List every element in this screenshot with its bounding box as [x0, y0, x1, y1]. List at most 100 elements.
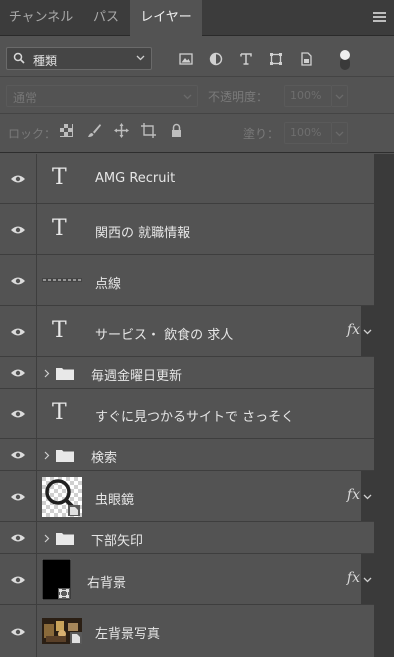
chevron-down-icon	[183, 94, 192, 100]
folder-icon	[56, 533, 74, 545]
text-layer-icon: T	[52, 400, 67, 425]
layer-row[interactable]: T 関西の 就職情報	[0, 204, 374, 255]
fill-label: 塗り：	[243, 127, 280, 141]
lock-artboard-icon[interactable]	[141, 123, 156, 138]
layer-row[interactable]: 右背景 fx	[0, 554, 374, 605]
chevron-down-icon	[363, 494, 372, 500]
layer-name[interactable]: 点線	[95, 273, 121, 292]
layer-name[interactable]: 関西の 就職情報	[95, 222, 190, 241]
layer-row[interactable]: T すぐに見つかるサイトで さっそく	[0, 389, 374, 439]
eye-icon[interactable]	[10, 627, 26, 637]
eye-icon[interactable]	[10, 492, 26, 502]
panel-tab-bar: チャンネル パス レイヤー	[0, 0, 394, 37]
effects-expand-toggle[interactable]	[361, 306, 374, 356]
pixel-layer-filter-icon[interactable]	[178, 51, 194, 67]
chevron-down-icon	[363, 329, 372, 335]
lock-all-icon[interactable]	[169, 123, 184, 138]
group-name[interactable]: 検索	[91, 447, 117, 466]
chevron-down-icon	[335, 94, 344, 100]
lock-position-icon[interactable]	[114, 123, 129, 138]
visibility-column	[0, 204, 37, 254]
group-name[interactable]: 下部矢印	[91, 530, 143, 549]
chevron-right-icon[interactable]	[43, 451, 50, 460]
eye-icon[interactable]	[10, 327, 26, 337]
visibility-column	[0, 522, 37, 553]
eye-icon[interactable]	[10, 533, 26, 543]
magnifier-thumbnail	[42, 477, 82, 517]
eye-icon[interactable]	[10, 575, 26, 585]
group-name[interactable]: 毎週金曜日更新	[91, 365, 182, 384]
lock-transparent-pixels-icon[interactable]	[59, 123, 74, 138]
visibility-column	[0, 605, 37, 657]
lock-image-pixels-icon[interactable]	[87, 123, 102, 138]
layer-name[interactable]: 右背景	[87, 572, 126, 591]
group-row[interactable]: 毎週金曜日更新	[0, 357, 374, 389]
layer-effects-icon[interactable]: fx	[347, 570, 360, 586]
layer-row[interactable]: 左背景写真	[0, 605, 374, 657]
effects-expand-toggle[interactable]	[361, 554, 374, 604]
opacity-label: 不透明度：	[208, 90, 269, 104]
type-layer-filter-icon[interactable]	[238, 51, 254, 67]
layer-effects-icon[interactable]: fx	[347, 322, 360, 338]
photo-thumbnail	[42, 618, 82, 644]
layer-name[interactable]: サービス・ 飲食の 求人	[95, 324, 233, 343]
eye-icon[interactable]	[10, 276, 26, 286]
layers-scrollbar[interactable]	[374, 154, 394, 657]
layer-row[interactable]: 点線	[0, 255, 374, 306]
chevron-down-icon	[363, 577, 372, 583]
visibility-column	[0, 154, 37, 203]
search-icon	[13, 52, 25, 64]
visibility-column	[0, 255, 37, 305]
chevron-down-icon	[335, 131, 344, 137]
effects-expand-toggle[interactable]	[361, 471, 374, 521]
tab-layers[interactable]: レイヤー	[130, 0, 202, 37]
chevron-down-icon	[136, 55, 145, 61]
shape-thumbnail	[42, 559, 71, 600]
filter-kind-label: 種類	[33, 54, 58, 68]
layer-name[interactable]: AMG Recruit	[95, 171, 175, 186]
layer-row[interactable]: T サービス・ 飲食の 求人 fx	[0, 306, 374, 357]
layer-row[interactable]: 虫眼鏡 fx	[0, 471, 374, 522]
eye-icon[interactable]	[10, 409, 26, 419]
eye-icon[interactable]	[10, 450, 26, 460]
eye-icon[interactable]	[10, 368, 26, 378]
blend-mode-row: 通常 不透明度： 100%	[0, 78, 394, 114]
panel-menu-icon[interactable]	[373, 12, 386, 22]
opacity-dropdown[interactable]	[332, 85, 348, 107]
adjustment-layer-filter-icon[interactable]	[208, 51, 224, 67]
visibility-column	[0, 439, 37, 470]
filter-kind-select[interactable]: 種類	[6, 47, 152, 70]
blend-mode-select[interactable]: 通常	[6, 85, 198, 107]
visibility-column	[0, 357, 37, 388]
lock-label: ロック：	[8, 127, 57, 141]
fill-input[interactable]: 100%	[284, 122, 332, 144]
eye-icon[interactable]	[10, 174, 26, 184]
blend-mode-label: 通常	[13, 91, 38, 105]
folder-icon	[56, 368, 74, 380]
chevron-right-icon[interactable]	[43, 369, 50, 378]
dotted-line-thumbnail	[42, 278, 82, 282]
layer-name[interactable]: 虫眼鏡	[95, 489, 134, 508]
text-layer-icon: T	[52, 318, 67, 343]
shape-layer-filter-icon[interactable]	[268, 51, 284, 67]
text-layer-icon: T	[52, 165, 67, 190]
group-row[interactable]: 検索	[0, 439, 374, 471]
layer-filter-row: 種類	[0, 37, 394, 77]
smart-object-filter-icon[interactable]	[298, 51, 314, 67]
visibility-column	[0, 471, 37, 521]
group-row[interactable]: 下部矢印	[0, 522, 374, 554]
tab-channels[interactable]: チャンネル	[0, 0, 82, 36]
filter-toggle-switch[interactable]	[338, 49, 352, 71]
eye-icon[interactable]	[10, 225, 26, 235]
layer-effects-icon[interactable]: fx	[347, 487, 360, 503]
layer-name[interactable]: 左背景写真	[95, 623, 160, 642]
text-layer-icon: T	[52, 216, 67, 241]
tab-paths[interactable]: パス	[82, 0, 130, 36]
opacity-input[interactable]: 100%	[284, 85, 332, 107]
layer-row[interactable]: T AMG Recruit	[0, 154, 374, 204]
visibility-column	[0, 554, 37, 604]
fill-dropdown[interactable]	[332, 122, 348, 144]
layer-name[interactable]: すぐに見つかるサイトで さっそく	[95, 406, 294, 425]
folder-icon	[56, 450, 74, 462]
chevron-right-icon[interactable]	[43, 534, 50, 543]
